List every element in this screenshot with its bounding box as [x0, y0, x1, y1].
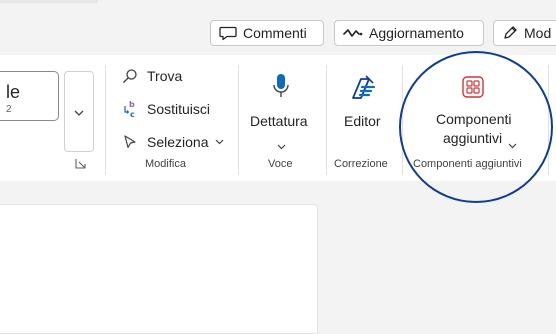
- style-subtitle: 2: [6, 104, 12, 115]
- pencil-icon: [502, 25, 518, 41]
- editor-button[interactable]: Editor: [334, 67, 394, 155]
- dictate-label: Dettatura: [250, 113, 308, 129]
- group-divider: [238, 65, 239, 175]
- comment-icon: [219, 25, 237, 41]
- group-divider: [326, 65, 327, 175]
- chevron-down-icon: [74, 103, 84, 121]
- select-label: Seleziona: [147, 134, 209, 150]
- find-label: Trova: [147, 68, 183, 84]
- microphone-icon: [271, 73, 291, 106]
- dialog-launcher-icon[interactable]: [75, 156, 86, 174]
- comments-label: Commenti: [243, 25, 307, 41]
- editing-mode-button[interactable]: Mod: [493, 20, 556, 46]
- comments-button[interactable]: Commenti: [210, 20, 324, 46]
- proofing-group-label: Correzione: [334, 158, 388, 170]
- replace-label: Sostituisci: [147, 101, 211, 117]
- catch-up-label: Aggiornamento: [369, 25, 464, 41]
- voice-group-label: Voce: [268, 158, 293, 170]
- ribbon: le 2 Trova bc Sostituisci Seleziona Modi…: [0, 55, 556, 181]
- catch-up-button[interactable]: Aggiornamento: [334, 20, 484, 46]
- dictate-button[interactable]: Dettatura: [244, 67, 318, 155]
- group-divider: [548, 65, 549, 175]
- replace-button[interactable]: bc Sostituisci: [121, 100, 210, 118]
- replace-icon: bc: [121, 100, 139, 118]
- chevron-down-icon: [277, 137, 286, 155]
- top-bar: Commenti Aggiornamento Mod: [0, 0, 556, 53]
- add-ins-group-label: Componenti aggiuntivi: [413, 158, 522, 170]
- style-name: le: [6, 82, 21, 102]
- search-icon: [121, 68, 139, 84]
- group-divider: [402, 65, 403, 175]
- select-button[interactable]: Seleziona: [121, 134, 224, 150]
- styles-dropdown-button[interactable]: [64, 71, 94, 152]
- editing-group-label: Modifica: [145, 158, 186, 170]
- group-divider: [105, 65, 106, 175]
- svg-text:b: b: [129, 100, 135, 109]
- editing-mode-label: Mod: [524, 25, 552, 41]
- editor-icon: [348, 73, 378, 108]
- svg-text:c: c: [130, 110, 135, 118]
- chevron-down-icon: [508, 136, 517, 154]
- tab-strip-edge: [0, 0, 98, 3]
- document-page[interactable]: [0, 204, 318, 334]
- cursor-icon: [121, 134, 139, 150]
- add-ins-label-line2: aggiuntivi: [443, 130, 503, 146]
- add-ins-button[interactable]: Componenti aggiuntivi: [412, 67, 536, 155]
- style-gallery-item[interactable]: le 2: [0, 71, 59, 121]
- add-ins-icon: [462, 76, 484, 103]
- find-button[interactable]: Trova: [121, 68, 182, 84]
- chevron-down-icon: [215, 139, 224, 145]
- activity-icon: [343, 27, 363, 39]
- add-ins-label-line1: Componenti: [436, 111, 512, 127]
- editor-label: Editor: [344, 113, 381, 129]
